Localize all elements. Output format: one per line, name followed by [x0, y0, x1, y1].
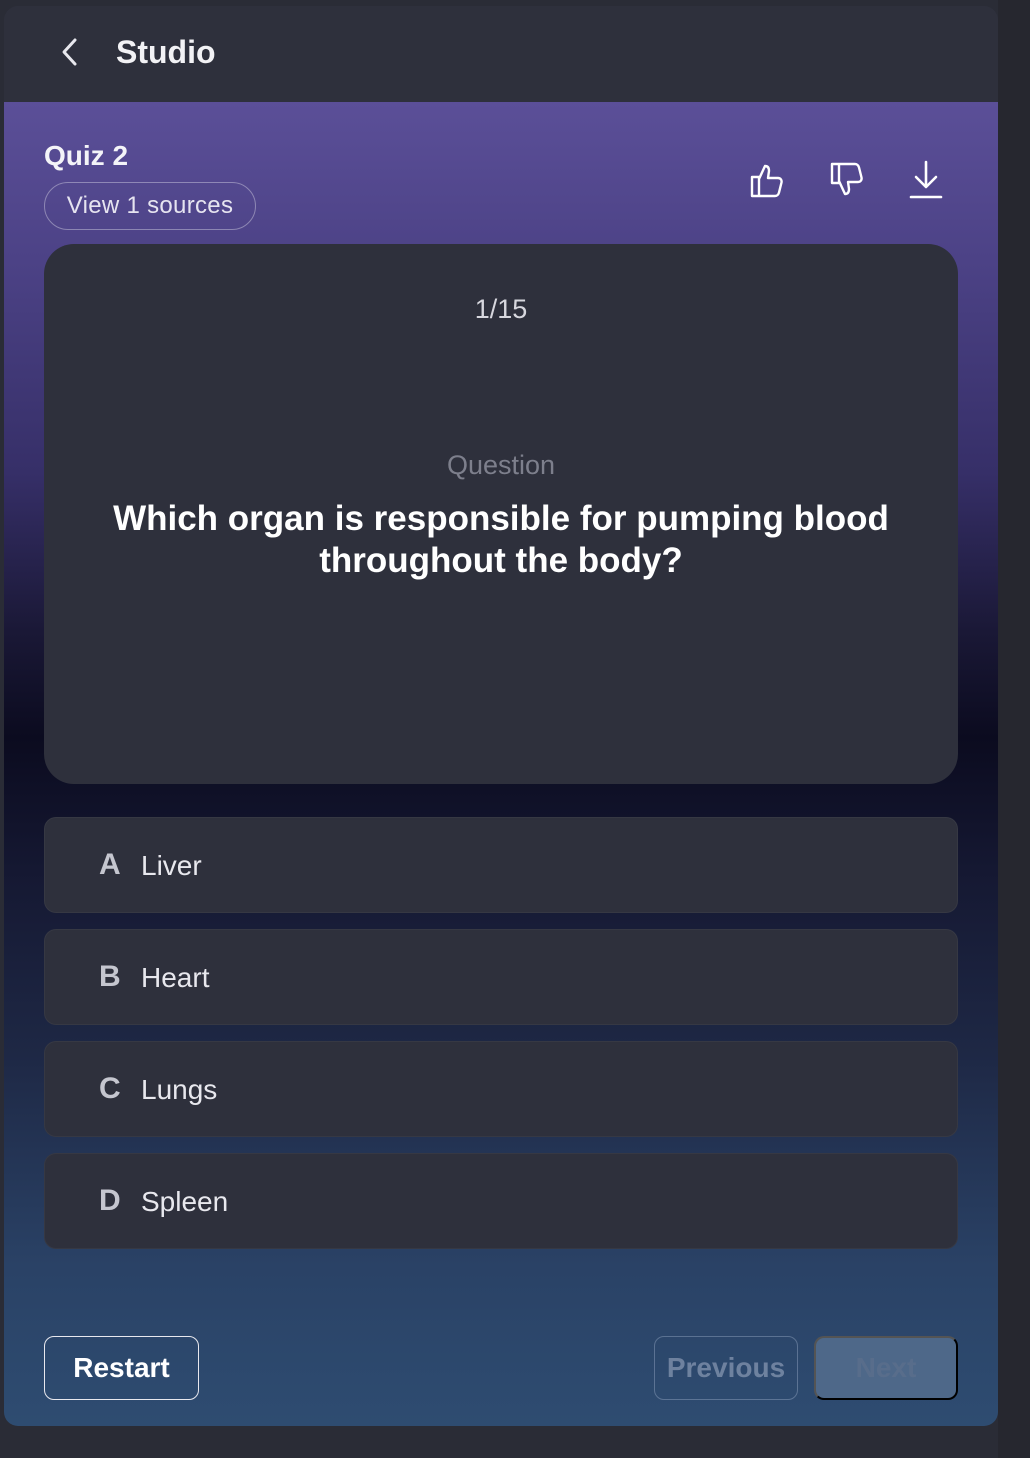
option-c[interactable]: C Lungs — [44, 1041, 958, 1137]
quiz-title: Quiz 2 — [44, 140, 129, 171]
restart-button[interactable]: Restart — [44, 1336, 199, 1400]
question-card: 1/15 Question Which organ is responsible… — [44, 244, 958, 784]
option-a[interactable]: A Liver — [44, 817, 958, 913]
option-letter: A — [99, 848, 121, 881]
window-edge — [998, 0, 1030, 1458]
back-button[interactable] — [52, 36, 88, 72]
option-text: Heart — [141, 962, 210, 993]
option-b[interactable]: B Heart — [44, 929, 958, 1025]
next-button[interactable]: Next — [814, 1336, 958, 1400]
download-icon — [906, 159, 946, 206]
option-text: Lungs — [141, 1074, 218, 1105]
chevron-left-icon — [59, 37, 81, 72]
question-counter: 1/15 — [474, 294, 528, 324]
option-text: Liver — [141, 850, 202, 881]
option-letter: B — [99, 960, 121, 993]
thumbs-up-button[interactable] — [742, 158, 790, 206]
option-letter: C — [99, 1072, 121, 1105]
download-button[interactable] — [902, 158, 950, 206]
question-text: Which organ is responsible for pumping b… — [113, 499, 889, 580]
header-title: Studio — [116, 34, 216, 70]
option-d[interactable]: D Spleen — [44, 1153, 958, 1249]
view-sources-button[interactable]: View 1 sources — [44, 182, 256, 230]
thumbs-down-icon — [826, 160, 866, 205]
thumbs-down-button[interactable] — [822, 158, 870, 206]
studio-header: Studio — [4, 6, 998, 102]
previous-button[interactable]: Previous — [654, 1336, 798, 1400]
thumbs-up-icon — [746, 160, 786, 205]
quiz-body: Quiz 2 View 1 sources 1/15 Question Whic… — [4, 102, 998, 1426]
studio-panel: Studio Quiz 2 View 1 sources 1/15 Questi… — [4, 6, 998, 1426]
option-letter: D — [99, 1184, 121, 1217]
question-label: Question — [446, 450, 556, 480]
option-text: Spleen — [141, 1186, 229, 1217]
